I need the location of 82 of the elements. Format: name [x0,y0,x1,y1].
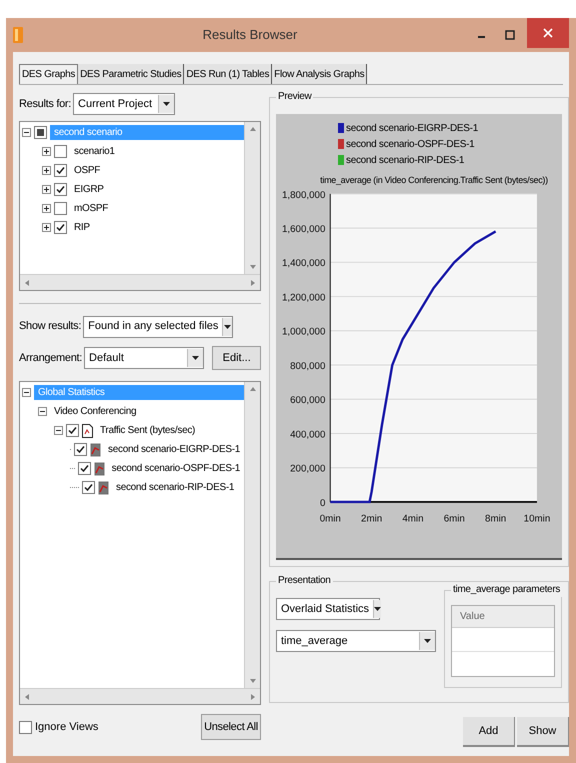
column-header: Value [452,606,554,628]
collapse-icon[interactable] [22,128,31,137]
dropdown[interactable]: Default [84,347,204,369]
y-tick-label: 1,800,000 [282,189,326,200]
graph-icon [94,462,105,476]
checkbox[interactable] [78,462,91,475]
checkbox[interactable] [82,481,95,494]
unselect-all-button[interactable]: Unselect All [201,714,261,740]
checkbox[interactable] [54,183,67,196]
x-tick-label: 8min [485,512,506,524]
horizontal-scrollbar[interactable] [20,688,260,704]
tree-item[interactable]: EIGRP [70,182,108,197]
dropdown[interactable]: time_average [276,630,436,652]
y-tick-label: 1,000,000 [282,326,326,338]
expand-icon[interactable] [42,223,51,232]
legend-label: second scenario-RIP-DES-1 [346,154,464,168]
tree-item[interactable]: scenario1 [70,144,119,159]
y-tick-label: 800,000 [290,360,326,372]
y-tick-label: 600,000 [290,394,326,406]
horizontal-scrollbar[interactable] [20,274,260,290]
checkbox[interactable] [19,720,32,734]
vertical-scrollbar[interactable] [244,122,260,274]
expand-icon[interactable] [42,147,51,156]
window-title: Results Browser [202,26,298,44]
expand-icon[interactable] [42,185,51,194]
checkbox[interactable] [54,221,67,234]
tree-item[interactable]: RIP [70,220,94,235]
tree-item[interactable]: Traffic Sent (bytes/sec) [96,423,200,438]
edit-button[interactable]: Edit... [212,346,261,370]
checkbox[interactable] [54,202,67,215]
vertical-scrollbar[interactable] [244,382,260,688]
dropdown[interactable]: Current Project [73,93,176,115]
x-tick-label: 6min [444,512,465,524]
chart-title: time_average (in Video Conferencing.Traffic Sent (bytes/sec)) [320,174,548,187]
x-tick-label: 2min [361,512,382,524]
y-tick-label: 1,600,000 [282,223,326,234]
tree-item[interactable]: mOSPF [70,201,112,216]
y-tick-label: 1,400,000 [282,258,326,269]
tree-item[interactable]: Video Conferencing [50,404,140,419]
dialog-button[interactable]: Add [463,717,515,747]
legend-label: second scenario-OSPF-DES-1 [346,138,474,152]
tab[interactable]: Flow Analysis Graphs [272,64,368,84]
tree-item[interactable]: second scenario-OSPF-DES-1 [108,461,244,476]
app-icon [13,27,23,43]
legend-label: second scenario-EIGRP-DES-1 [346,122,478,136]
checkbox[interactable] [66,424,79,437]
y-tick-label: 1,200,000 [282,292,326,303]
collapse-icon[interactable] [54,426,63,435]
maximize-icon[interactable] [505,30,515,40]
expand-icon[interactable] [42,166,51,175]
checkbox[interactable] [74,443,88,456]
collapse-icon[interactable] [22,388,31,397]
field-label: Results for: [19,96,72,112]
field-label: Arrangement: [19,350,82,366]
checkbox[interactable] [54,145,67,158]
checkbox[interactable] [34,126,47,139]
tree-item[interactable]: second scenario-EIGRP-DES-1 [104,442,244,457]
checkbox-label: Ignore Views [35,720,98,735]
tree-item[interactable]: second scenario-RIP-DES-1 [112,480,238,495]
tree-item[interactable]: OSPF [70,163,104,178]
graph-icon [98,480,109,494]
tab[interactable]: DES Parametric Studies [78,64,184,84]
graph-icon [90,442,102,456]
dialog-button[interactable]: Show [517,717,569,747]
x-tick-label: 0min [320,512,341,524]
dropdown[interactable]: Overlaid Statistics [276,598,380,620]
y-tick-label: 200,000 [290,463,326,474]
dropdown[interactable]: Found in any selected files [83,316,234,338]
checkbox[interactable] [54,164,67,177]
tab[interactable]: DES Run (1) Tables [184,64,272,84]
collapse-icon[interactable] [38,407,47,416]
group-title: time_average parameters [451,583,562,597]
y-tick-label: 400,000 [290,428,326,440]
tab[interactable]: DES Graphs [19,64,78,84]
y-tick-label: 0 [320,497,326,508]
field-label: Show results: [19,319,82,334]
close-button[interactable] [527,18,569,48]
x-tick-label: 4min [402,512,424,524]
expand-icon[interactable] [42,204,51,213]
x-tick-label: 10min [524,512,550,524]
document-icon [82,424,93,438]
close-icon[interactable] [543,28,553,38]
